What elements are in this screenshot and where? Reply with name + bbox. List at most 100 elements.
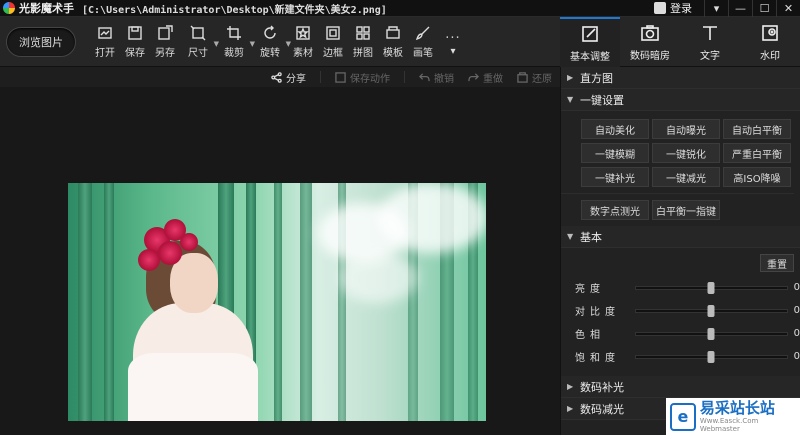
restore-button[interactable]: 还原 — [517, 70, 552, 85]
expand-arrow-icon: ▶ — [567, 382, 574, 391]
site-watermark: e 易采站长站 Www.Easck.Com Webmaster — [666, 398, 800, 435]
contrast-row: 对比度 0 — [575, 304, 800, 318]
open-button[interactable]: 打开 — [90, 22, 120, 62]
undo-button[interactable]: 撤销 — [419, 70, 454, 85]
adjust-panel: ▶ 直方图 ▼ 一键设置 自动美化 自动曝光 自动白平衡 一键模糊 一键锐化 严… — [560, 67, 800, 435]
undo-icon — [419, 72, 430, 83]
crop-button[interactable]: 裁剪 ▼ — [216, 22, 255, 62]
white-balance-pick-button[interactable]: 白平衡一指键 — [652, 200, 720, 220]
user-icon — [654, 2, 666, 14]
darkroom-icon — [641, 24, 659, 41]
basic-adjust-icon — [582, 25, 598, 42]
border-icon — [325, 25, 341, 41]
section-histogram[interactable]: ▶ 直方图 — [561, 67, 800, 89]
collapse-arrow-icon: ▼ — [567, 232, 574, 241]
section-basic[interactable]: ▼ 基本 — [561, 226, 800, 248]
high-iso-denoise-button[interactable]: 高ISO降噪 — [723, 167, 791, 187]
app-logo-icon — [3, 2, 15, 14]
auto-exposure-button[interactable]: 自动曝光 — [652, 119, 720, 139]
save-button[interactable]: 保存 — [120, 22, 150, 62]
save-action-icon — [335, 71, 346, 83]
site-logo-icon: e — [670, 402, 696, 431]
browse-images-button[interactable]: 浏览图片 — [6, 26, 76, 57]
expand-arrow-icon: ▶ — [567, 73, 574, 82]
title-bar: 光影魔术手 [C:\Users\Administrator\Desktop\新建… — [0, 0, 800, 17]
resize-button[interactable]: 尺寸 ▼ — [180, 22, 219, 62]
save-as-icon — [157, 24, 173, 41]
slider-thumb[interactable] — [707, 304, 715, 317]
collage-icon — [355, 25, 371, 41]
brightness-row: 亮度 0 — [575, 281, 800, 295]
rotate-button[interactable]: 旋转 ▼ — [252, 22, 291, 62]
close-button[interactable]: ✕ — [776, 0, 800, 17]
divider — [320, 71, 321, 83]
collage-button[interactable]: 拼图 — [348, 22, 378, 62]
more-dropdown-icon: ▾ — [450, 45, 456, 57]
watermark-icon — [762, 24, 778, 41]
tab-basic-adjust[interactable]: 基本调整 — [560, 17, 620, 67]
slider-thumb[interactable] — [707, 327, 715, 340]
watermark-title: 易采站长站 — [699, 399, 775, 417]
redo-icon — [468, 72, 479, 83]
resize-icon — [190, 25, 206, 41]
save-icon — [127, 25, 143, 41]
tab-watermark[interactable]: 水印 — [740, 17, 800, 67]
expand-arrow-icon: ▶ — [567, 404, 574, 413]
action-bar: 分享 保存动作 撤销 重做 还原 — [0, 67, 560, 87]
brush-button[interactable]: 画笔 — [408, 22, 438, 62]
template-button[interactable]: 模板 — [378, 22, 408, 62]
one-click-fill-light-button[interactable]: 一键补光 — [581, 167, 649, 187]
material-button[interactable]: 素材 — [288, 22, 318, 62]
one-click-blur-button[interactable]: 一键模糊 — [581, 143, 649, 163]
save-action-button[interactable]: 保存动作 — [335, 70, 390, 85]
tab-darkroom[interactable]: 数码暗房 — [620, 17, 680, 67]
text-icon — [703, 25, 717, 40]
slider-thumb[interactable] — [707, 281, 715, 294]
more-tools-button[interactable]: ... ▾ — [438, 22, 468, 62]
brightness-slider[interactable] — [634, 281, 788, 294]
brush-icon — [415, 25, 431, 41]
divider — [404, 71, 405, 83]
portrait-subject — [108, 219, 278, 421]
hue-slider[interactable] — [634, 327, 788, 340]
minimize-button[interactable]: — — [728, 0, 752, 17]
auto-enhance-button[interactable]: 自动美化 — [581, 119, 649, 139]
one-click-reduce-light-button[interactable]: 一键减光 — [652, 167, 720, 187]
app-name: 光影魔术手 — [19, 2, 74, 15]
menu-dropdown-button[interactable]: ▾ — [704, 0, 728, 17]
saturation-slider[interactable] — [634, 350, 788, 363]
template-icon — [385, 25, 401, 41]
login-label: 登录 — [670, 2, 692, 15]
share-button[interactable]: 分享 — [271, 70, 306, 85]
metering-buttons: 数字点测光 白平衡一指键 — [561, 193, 794, 226]
image-canvas[interactable] — [0, 87, 560, 435]
share-icon — [271, 71, 282, 83]
basic-sliders: 重置 亮度 0 对比度 0 色相 0 饱和度 0 — [561, 248, 800, 370]
spot-metering-button[interactable]: 数字点测光 — [581, 200, 649, 220]
collapse-arrow-icon: ▼ — [567, 95, 574, 104]
section-digital-fill-light[interactable]: ▶ 数码补光 — [561, 376, 800, 398]
tab-text[interactable]: 文字 — [680, 17, 740, 67]
redo-button[interactable]: 重做 — [468, 70, 503, 85]
open-icon — [97, 25, 113, 41]
auto-white-balance-button[interactable]: 自动白平衡 — [723, 119, 791, 139]
tool-group: 打开 保存 另存 尺寸 ▼ 裁剪 ▼ 旋转 ▼ 素材 边框 拼图 模板 画笔 .… — [90, 22, 468, 62]
saturation-row: 饱和度 0 — [575, 350, 800, 364]
border-button[interactable]: 边框 — [318, 22, 348, 62]
material-icon — [295, 25, 311, 41]
one-click-sharpen-button[interactable]: 一键锐化 — [652, 143, 720, 163]
reset-button[interactable]: 重置 — [760, 254, 794, 272]
login-button[interactable]: 登录 — [644, 0, 704, 16]
file-path: [C:\Users\Administrator\Desktop\新建文件夹\美女… — [82, 4, 387, 16]
slider-thumb[interactable] — [707, 350, 715, 363]
contrast-slider[interactable] — [634, 304, 788, 317]
main-toolbar: 浏览图片 打开 保存 另存 尺寸 ▼ 裁剪 ▼ 旋转 ▼ 素材 边框 拼图 模板… — [0, 17, 560, 67]
more-icon: ... — [445, 27, 461, 42]
save-as-button[interactable]: 另存 — [150, 22, 180, 62]
maximize-button[interactable]: ☐ — [752, 0, 776, 17]
photo-preview[interactable] — [68, 183, 486, 421]
section-one-click[interactable]: ▼ 一键设置 — [561, 89, 800, 111]
watermark-subtitle: Www.Easck.Com Webmaster — [699, 417, 759, 433]
restore-icon — [517, 71, 528, 83]
severe-white-balance-button[interactable]: 严重白平衡 — [723, 143, 791, 163]
